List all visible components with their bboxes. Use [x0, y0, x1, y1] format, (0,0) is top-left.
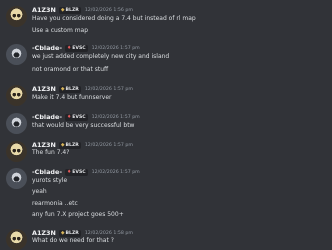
message-text: that would be very successful btw: [32, 122, 135, 129]
flame-icon: ♦: [66, 45, 72, 51]
avatar[interactable]: [6, 44, 27, 65]
server-tag[interactable]: ♦ EVSC: [64, 113, 88, 121]
message-text: The fun 7.4?: [32, 149, 70, 156]
message-text: Have you considered doing a 7.4 but inst…: [32, 15, 196, 22]
message-text: we just added completely new city and is…: [32, 53, 170, 60]
server-tag[interactable]: ◆ BLZR: [58, 85, 81, 93]
message-text: any fun 7.X project goes 500+: [32, 211, 124, 218]
avatar[interactable]: [6, 113, 27, 134]
author-name[interactable]: A1Z3N: [32, 141, 56, 149]
shield-icon: ◆: [60, 86, 65, 92]
author-name[interactable]: A1Z3N: [32, 85, 56, 93]
server-tag[interactable]: ◆ BLZR: [58, 6, 81, 14]
message-text: yurots style: [32, 177, 68, 184]
shield-icon: ◆: [60, 142, 65, 148]
message-text: Make it 7.4 but funnserver: [32, 94, 112, 101]
message-text: Use a custom map: [32, 27, 89, 34]
avatar[interactable]: [6, 6, 27, 27]
timestamp: 12/02/2026 1:58 pm: [84, 230, 133, 236]
flame-icon: ♦: [66, 114, 72, 120]
message-text: yeah: [32, 188, 47, 195]
timestamp: 12/02/2026 1:57 pm: [91, 114, 140, 120]
server-tag[interactable]: ♦ EVSC: [64, 168, 88, 176]
avatar[interactable]: [6, 85, 27, 106]
message-text: What do we need for that ?: [32, 237, 114, 244]
message-text: not oramond or that stuff: [32, 66, 109, 73]
author-name[interactable]: -Cblade-: [32, 113, 62, 121]
timestamp: 12/02/2026 1:57 pm: [91, 45, 140, 51]
timestamp: 12/02/2026 1:57 pm: [91, 169, 140, 175]
avatar[interactable]: [6, 141, 27, 162]
author-name[interactable]: A1Z3N: [32, 229, 56, 237]
timestamp: 12/02/2026 1:57 pm: [84, 142, 133, 148]
message-text: rearmonia ..etc: [32, 200, 78, 207]
avatar[interactable]: [6, 229, 27, 250]
chat-message-list: A1Z3N ◆ BLZR 12/02/2026 1:56 pm Have you …: [0, 0, 332, 250]
server-tag[interactable]: ♦ EVSC: [64, 44, 88, 52]
author-name[interactable]: -Cblade-: [32, 168, 62, 176]
author-name[interactable]: A1Z3N: [32, 6, 56, 14]
flame-icon: ♦: [66, 169, 72, 175]
timestamp: 12/02/2026 1:56 pm: [84, 7, 133, 13]
timestamp: 12/02/2026 1:57 pm: [84, 86, 133, 92]
author-name[interactable]: -Cblade-: [32, 44, 62, 52]
server-tag[interactable]: ◆ BLZR: [58, 229, 81, 237]
avatar[interactable]: [6, 168, 27, 189]
shield-icon: ◆: [60, 7, 65, 13]
server-tag[interactable]: ◆ BLZR: [58, 141, 81, 149]
shield-icon: ◆: [60, 230, 65, 236]
